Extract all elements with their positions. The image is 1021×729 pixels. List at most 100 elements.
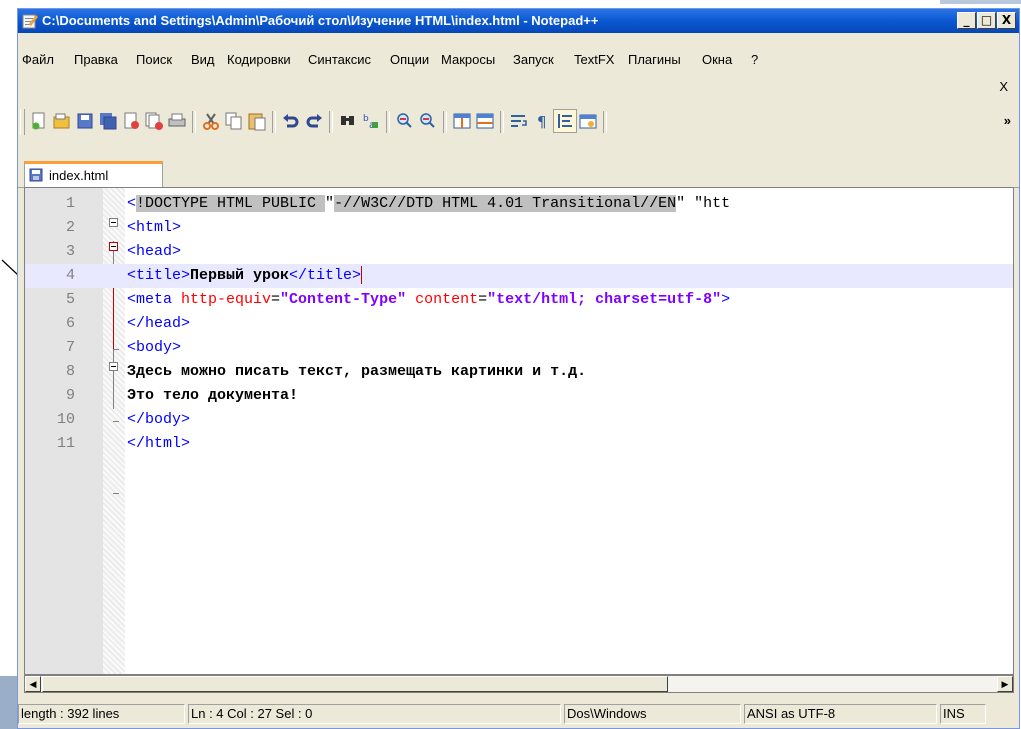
status-position: Ln : 4 Col : 27 Sel : 0 xyxy=(188,704,561,724)
print-icon[interactable] xyxy=(166,110,188,132)
redo-icon[interactable] xyxy=(303,110,325,132)
code-token: </title> xyxy=(289,267,362,284)
code-token: " "htt xyxy=(676,195,731,212)
toolbar-separator xyxy=(329,111,333,133)
code-editor[interactable]: 1 <!DOCTYPE HTML PUBLIC "-//W3C//DTD HTML… xyxy=(24,187,1014,675)
scroll-thumb[interactable] xyxy=(42,676,668,692)
menu-search[interactable]: Поиск xyxy=(136,52,172,67)
toolbar-separator xyxy=(500,111,504,133)
menu-plugins[interactable]: Плагины xyxy=(628,52,681,67)
copy-icon[interactable] xyxy=(223,110,245,132)
code-line[interactable]: 7 <body> xyxy=(25,336,1013,360)
code-token: " xyxy=(325,195,335,212)
paste-icon[interactable] xyxy=(246,110,268,132)
code-token: "text/html; charset=utf-8" xyxy=(487,291,722,308)
replace-icon[interactable]: ba xyxy=(360,110,382,132)
code-line[interactable]: 4 <title>Первый урок</title> xyxy=(25,264,1013,288)
saved-file-icon xyxy=(29,168,43,182)
save-icon[interactable] xyxy=(74,110,96,132)
undo-icon[interactable] xyxy=(280,110,302,132)
toolbar-separator xyxy=(443,111,447,133)
word-wrap-icon[interactable] xyxy=(508,110,530,132)
menu-encoding[interactable]: Кодировки xyxy=(227,52,291,67)
code-token: "Content-Type" xyxy=(280,291,407,308)
scroll-left-arrow-icon[interactable]: ◀ xyxy=(25,676,41,692)
close-all-icon[interactable] xyxy=(143,110,165,132)
code-line[interactable]: 11 </html> xyxy=(25,432,1013,456)
code-text: </head> xyxy=(127,312,190,336)
find-icon[interactable] xyxy=(337,110,359,132)
menu-macro[interactable]: Макросы xyxy=(441,52,495,67)
scroll-right-arrow-icon[interactable]: ▶ xyxy=(997,676,1013,692)
code-token: content xyxy=(406,291,479,308)
title-bar[interactable]: C:\Documents and Settings\Admin\Рабочий … xyxy=(18,9,1019,33)
close-icon[interactable] xyxy=(120,110,142,132)
tab-strip: index.html xyxy=(18,159,1019,188)
toolbar-separator xyxy=(603,111,607,133)
maximize-button[interactable]: □ xyxy=(977,12,996,29)
line-number: 7 xyxy=(65,339,75,356)
line-number: 6 xyxy=(65,315,75,332)
menu-window[interactable]: Окна xyxy=(702,52,732,67)
toolbar: ba ¶ » xyxy=(18,107,1019,139)
code-line[interactable]: 10 </body> xyxy=(25,408,1013,432)
cut-icon[interactable] xyxy=(200,110,222,132)
minimize-button[interactable]: _ xyxy=(957,12,976,29)
code-line[interactable]: 6 </head> xyxy=(25,312,1013,336)
tab-index-html[interactable]: index.html xyxy=(24,161,163,187)
sync-horizontal-icon[interactable] xyxy=(474,110,496,132)
zoom-in-icon[interactable] xyxy=(394,110,416,132)
code-text: <head> xyxy=(127,240,181,264)
code-text: <meta http-equiv="Content-Type" content=… xyxy=(127,288,730,312)
status-encoding: ANSI as UTF-8 xyxy=(744,704,937,724)
code-text: Это тело документа! xyxy=(127,384,298,408)
status-eol: Dos\Windows xyxy=(564,704,741,724)
menu-run[interactable]: Запуск xyxy=(513,52,554,67)
code-token: -//W3C//DTD HTML 4.01 Transitional//EN xyxy=(334,195,677,212)
code-line[interactable]: 3 <head> xyxy=(25,240,1013,264)
slide-corner-accent xyxy=(0,676,17,729)
line-number: 10 xyxy=(56,411,75,428)
document-close-button[interactable]: X xyxy=(999,79,1008,94)
window-title: C:\Documents and Settings\Admin\Рабочий … xyxy=(42,13,599,28)
save-all-icon[interactable] xyxy=(97,110,119,132)
zoom-out-icon[interactable] xyxy=(417,110,439,132)
menu-file[interactable]: Файл xyxy=(22,52,54,67)
open-file-icon[interactable] xyxy=(51,110,73,132)
toolbar-grip[interactable] xyxy=(20,109,25,135)
code-line[interactable]: 2 <html> xyxy=(25,216,1013,240)
code-line[interactable]: 5 <meta http-equiv="Content-Type" content… xyxy=(25,288,1013,312)
menu-syntax[interactable]: Синтаксис xyxy=(308,52,371,67)
line-number: 2 xyxy=(65,219,75,236)
code-line[interactable]: 8 Здесь можно писать текст, размещать кар… xyxy=(25,360,1013,384)
menu-textfx[interactable]: TextFX xyxy=(574,52,614,67)
code-token: </html> xyxy=(127,435,191,452)
menu-edit[interactable]: Правка xyxy=(74,52,118,67)
code-token: = xyxy=(271,291,281,308)
toolbar-separator xyxy=(272,111,276,133)
code-token: Первый урок xyxy=(190,267,290,284)
menu-settings[interactable]: Опции xyxy=(390,52,429,67)
code-line[interactable]: 1 <!DOCTYPE HTML PUBLIC "-//W3C//DTD HTML… xyxy=(25,192,1013,216)
close-window-button[interactable]: X xyxy=(997,12,1016,29)
sync-vertical-icon[interactable] xyxy=(451,110,473,132)
code-token: Здесь можно писать текст, размещать карт… xyxy=(127,363,587,380)
show-all-chars-icon[interactable]: ¶ xyxy=(531,110,553,132)
code-token: </head> xyxy=(127,315,191,332)
code-text: Здесь можно писать текст, размещать карт… xyxy=(127,360,586,384)
indent-guide-icon[interactable] xyxy=(553,109,577,133)
code-token: <body> xyxy=(127,339,182,356)
code-token: <html> xyxy=(127,219,182,236)
code-text: <title>Первый урок</title> xyxy=(127,264,363,288)
menu-view[interactable]: Вид xyxy=(191,52,215,67)
menu-help[interactable]: ? xyxy=(751,52,758,67)
toolbar-overflow-button[interactable]: » xyxy=(1004,113,1011,128)
code-token: < xyxy=(127,195,137,212)
code-line[interactable]: 9 Это тело документа! xyxy=(25,384,1013,408)
code-token: </body> xyxy=(127,411,191,428)
horizontal-scrollbar[interactable]: ◀ ▶ xyxy=(24,675,1014,693)
new-file-icon[interactable] xyxy=(28,110,50,132)
text-caret xyxy=(361,266,363,285)
user-lang-icon[interactable] xyxy=(577,110,599,132)
status-mode: INS xyxy=(940,704,986,724)
